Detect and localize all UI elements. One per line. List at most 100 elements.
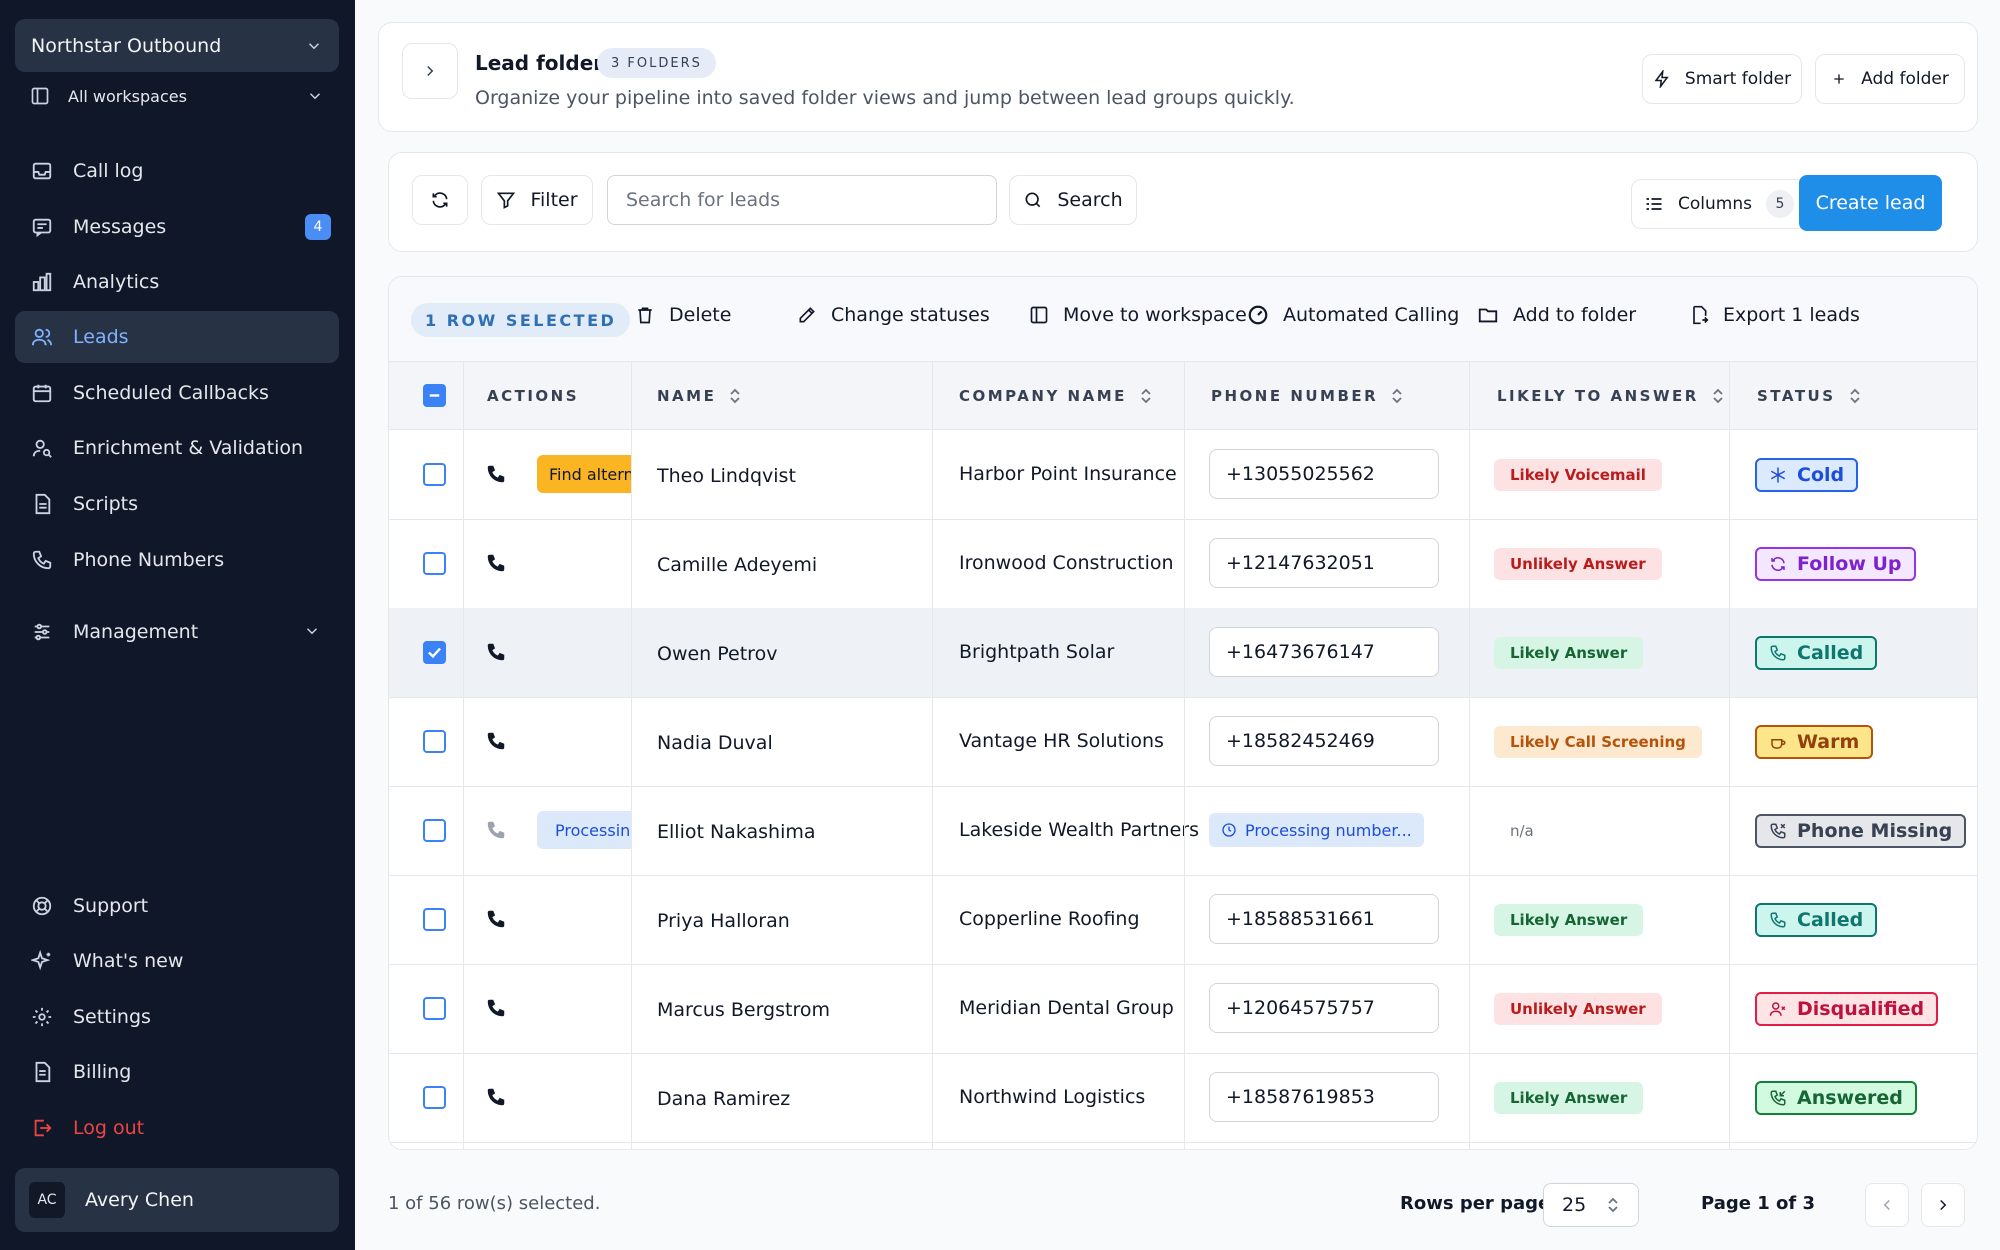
call-lead-button[interactable] — [485, 908, 507, 930]
calendar-icon — [32, 384, 52, 403]
change-statuses-button[interactable]: Change statuses — [797, 304, 990, 326]
row-action-label: Find alternative — [549, 464, 631, 484]
column-header-company[interactable]: COMPANY NAME — [959, 362, 1153, 430]
lead-name[interactable]: Priya Halloran — [657, 910, 790, 932]
sidebar-item-billing[interactable]: Billing — [15, 1046, 339, 1098]
rows-per-page-select[interactable]: 25 — [1543, 1183, 1639, 1227]
row-checkbox[interactable] — [423, 819, 446, 842]
status-badge[interactable]: Called — [1755, 903, 1878, 937]
previous-page-button[interactable] — [1865, 1183, 1909, 1227]
lead-name[interactable]: Owen Petrov — [657, 643, 777, 665]
smart-folder-button[interactable]: Smart folder — [1642, 54, 1802, 104]
row-checkbox[interactable] — [423, 908, 446, 931]
sidebar-item-management[interactable]: Management — [15, 606, 339, 658]
select-all-checkbox[interactable] — [423, 384, 446, 407]
automated-calling-button[interactable]: Automated Calling — [1247, 304, 1459, 326]
call-lead-button[interactable] — [485, 819, 507, 841]
row-action-chip[interactable]: Find alternative — [537, 455, 631, 493]
move-to-workspace-button[interactable]: Move to workspace — [1029, 304, 1247, 326]
column-header-phone[interactable]: PHONE NUMBER — [1211, 362, 1404, 430]
next-page-button[interactable] — [1921, 1183, 1965, 1227]
call-lead-button[interactable] — [485, 1086, 507, 1108]
call-lead-button[interactable] — [485, 641, 507, 663]
expand-folders-button[interactable] — [402, 43, 458, 99]
sidebar-item-whats-new[interactable]: What's new — [15, 935, 339, 987]
delete-button[interactable]: Delete — [635, 304, 731, 326]
phone-number-field[interactable] — [1209, 983, 1439, 1033]
lightning-icon — [1654, 70, 1669, 88]
call-lead-button[interactable] — [485, 552, 507, 574]
add-folder-button[interactable]: Add folder — [1815, 54, 1965, 104]
call-lead-button[interactable] — [485, 463, 507, 485]
sidebar-item-label: Scripts — [73, 493, 139, 515]
sidebar-item-label: Billing — [73, 1061, 132, 1083]
lead-name[interactable]: Camille Adeyemi — [657, 554, 817, 576]
row-checkbox[interactable] — [423, 1086, 446, 1109]
columns-button[interactable]: Columns 5 — [1631, 179, 1807, 229]
column-header-name[interactable]: NAME — [657, 362, 742, 430]
sidebar-item-messages[interactable]: Messages 4 — [15, 201, 339, 253]
phone-number-field[interactable] — [1209, 1072, 1439, 1122]
column-divider — [631, 362, 632, 1149]
sidebar-item-enrichment[interactable]: Enrichment & Validation — [15, 422, 339, 474]
export-button[interactable]: Export 1 leads — [1689, 304, 1860, 326]
status-badge[interactable]: Phone Missing — [1755, 814, 1967, 848]
phone-number-field[interactable] — [1209, 716, 1439, 766]
status-badge[interactable]: Follow Up — [1755, 547, 1916, 581]
call-lead-button[interactable] — [485, 997, 507, 1019]
status-badge[interactable]: Disqualified — [1755, 992, 1939, 1026]
sidebar-item-logout[interactable]: Log out — [15, 1102, 339, 1154]
create-lead-button[interactable]: Create lead — [1799, 175, 1942, 231]
sidebar-item-scripts[interactable]: Scripts — [15, 478, 339, 530]
row-checkbox[interactable] — [423, 730, 446, 753]
row-checkbox[interactable] — [423, 463, 446, 486]
lead-name[interactable]: Marcus Bergstrom — [657, 999, 830, 1021]
lead-name[interactable]: Nadia Duval — [657, 732, 773, 754]
phone-incoming-icon — [1770, 1090, 1786, 1106]
sidebar-item-settings[interactable]: Settings — [15, 991, 339, 1043]
column-header-likely[interactable]: LIKELY TO ANSWER — [1497, 362, 1725, 430]
sidebar-item-analytics[interactable]: Analytics — [15, 256, 339, 308]
status-badge[interactable]: Called — [1755, 636, 1878, 670]
status-badge[interactable]: Warm — [1755, 725, 1874, 759]
user-menu[interactable]: AC Avery Chen — [15, 1168, 339, 1232]
call-lead-button[interactable] — [485, 730, 507, 752]
move-to-workspace-label: Move to workspace — [1063, 304, 1247, 326]
phone-number-field[interactable] — [1209, 627, 1439, 677]
folders-subtitle: Organize your pipeline into saved folder… — [475, 87, 1295, 109]
snowflake-icon — [1770, 467, 1786, 483]
phone-number-field[interactable] — [1209, 449, 1439, 499]
row-checkbox[interactable] — [423, 641, 446, 664]
lead-name[interactable]: Dana Ramirez — [657, 1088, 790, 1110]
phone-missing-icon — [1770, 823, 1786, 839]
workspace-select[interactable]: Northstar Outbound — [15, 19, 339, 72]
lead-name[interactable]: Elliot Nakashima — [657, 821, 816, 843]
leads-table: 1 ROW SELECTED Delete Change statuses Mo… — [388, 276, 1978, 1150]
all-workspaces-toggle[interactable]: All workspaces — [30, 80, 324, 112]
status-badge[interactable]: Cold — [1755, 458, 1859, 492]
file-export-icon — [1693, 305, 1709, 325]
message-icon — [32, 218, 52, 238]
sidebar-item-support[interactable]: Support — [15, 880, 339, 932]
filter-button[interactable]: Filter — [481, 175, 593, 225]
sidebar-item-phone-numbers[interactable]: Phone Numbers — [15, 534, 339, 586]
chevron-down-icon — [309, 93, 321, 100]
phone-number-field[interactable] — [1209, 894, 1439, 944]
search-button[interactable]: Search — [1009, 175, 1137, 225]
column-header-status[interactable]: STATUS — [1757, 362, 1862, 430]
sidebar-item-scheduled-callbacks[interactable]: Scheduled Callbacks — [15, 367, 339, 419]
sidebar-item-leads[interactable]: Leads — [15, 311, 339, 363]
row-checkbox[interactable] — [423, 552, 446, 575]
search-input[interactable] — [607, 175, 997, 225]
add-to-folder-button[interactable]: Add to folder — [1477, 304, 1636, 326]
row-checkbox[interactable] — [423, 997, 446, 1020]
status-badge[interactable]: Answered — [1755, 1081, 1917, 1115]
phone-number-field[interactable] — [1209, 538, 1439, 588]
lead-name[interactable]: Theo Lindqvist — [657, 465, 796, 487]
user-search-icon — [32, 439, 52, 458]
sidebar-item-call-log[interactable]: Call log — [15, 145, 339, 197]
messages-count-badge: 4 — [305, 214, 331, 240]
refresh-button[interactable] — [412, 175, 468, 225]
logout-icon — [34, 1119, 52, 1137]
rows-per-page-value: 25 — [1562, 1194, 1587, 1216]
